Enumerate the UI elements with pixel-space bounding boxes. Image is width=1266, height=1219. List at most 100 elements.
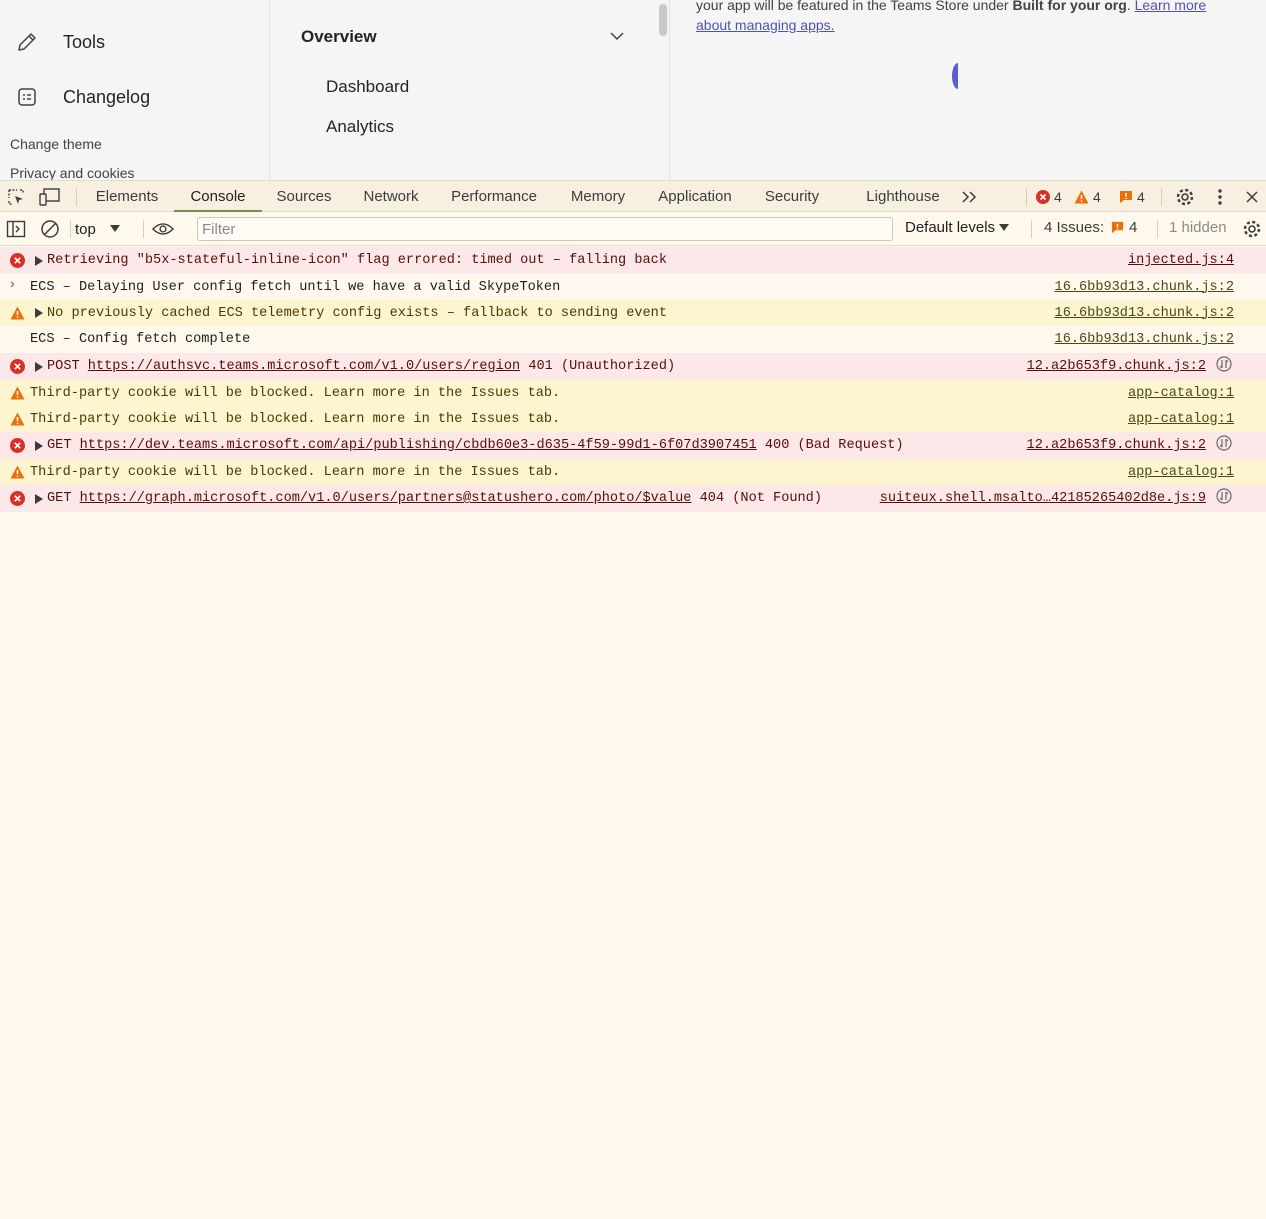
- chevron-down-icon[interactable]: [609, 28, 625, 49]
- source-link[interactable]: 12.a2b653f9.chunk.js:2: [1027, 438, 1206, 453]
- request-url-link[interactable]: https://dev.teams.microsoft.com/api/publ…: [80, 438, 757, 453]
- menu-item-dashboard[interactable]: Dashboard: [326, 77, 409, 97]
- console-message-warning: Third-party cookie will be blocked. Lear…: [0, 380, 1266, 406]
- issues-button[interactable]: 4 Issues: 4: [1044, 219, 1137, 236]
- device-toolbar-icon[interactable]: [39, 186, 61, 208]
- console-message-text: Retrieving "b5x-stateful-inline-icon" fl…: [47, 253, 667, 268]
- source-link[interactable]: 12.a2b653f9.chunk.js:2: [1027, 359, 1206, 374]
- console-message-text: ECS – Config fetch complete: [30, 332, 251, 347]
- change-theme-link[interactable]: Change theme: [10, 136, 102, 152]
- tab-application[interactable]: Application: [642, 181, 748, 212]
- changelog-icon: [14, 84, 40, 110]
- content-text-prefix: your app will be featured in the Teams S…: [696, 0, 1013, 13]
- menu-panel: Overview Dashboard Analytics: [271, 0, 670, 180]
- tab-sources[interactable]: Sources: [262, 181, 346, 212]
- overview-heading[interactable]: Overview: [301, 27, 377, 47]
- response-status: 400 (Bad Request): [756, 438, 904, 453]
- clear-console-icon[interactable]: [39, 218, 61, 240]
- request-url-link[interactable]: https://authsvc.teams.microsoft.com/v1.0…: [88, 359, 520, 374]
- expand-triangle-icon[interactable]: [34, 361, 44, 372]
- inspect-element-icon[interactable]: [5, 186, 27, 208]
- live-expression-eye-icon[interactable]: [152, 218, 174, 240]
- warning-count[interactable]: 4: [1074, 187, 1101, 207]
- nav-item-label: Tools: [63, 31, 106, 52]
- menu-item-analytics[interactable]: Analytics: [326, 117, 394, 137]
- tab-elements[interactable]: Elements: [82, 181, 172, 212]
- more-tabs-icon[interactable]: [959, 186, 981, 208]
- issues-count-value: 4: [1129, 219, 1138, 236]
- warning-icon: [1074, 190, 1089, 204]
- error-icon: [10, 491, 25, 506]
- content-description: your app will be featured in the Teams S…: [696, 0, 1241, 35]
- issues-label: 4 Issues:: [1044, 219, 1105, 236]
- expand-triangle-icon[interactable]: [34, 308, 44, 318]
- console-message-warning: Third-party cookie will be blocked. Lear…: [0, 459, 1266, 485]
- issues-count-value: 4: [1137, 189, 1145, 205]
- source-link[interactable]: 16.6bb93d13.chunk.js:2: [1055, 280, 1234, 295]
- menu-scrollbar[interactable]: [659, 4, 667, 36]
- source-link[interactable]: injected.js:4: [1128, 253, 1234, 268]
- settings-gear-icon[interactable]: [1174, 186, 1196, 208]
- console-message-info: ECS – Config fetch complete 16.6bb93d13.c…: [0, 326, 1266, 353]
- console-message-error[interactable]: POST https://authsvc.teams.microsoft.com…: [0, 353, 1266, 380]
- source-link[interactable]: app-catalog:1: [1128, 386, 1234, 401]
- expand-triangle-icon[interactable]: [34, 493, 44, 504]
- source-link[interactable]: app-catalog:1: [1128, 412, 1234, 427]
- app-area: Tools Changelog Change theme Privacy and…: [0, 0, 1266, 180]
- tab-performance[interactable]: Performance: [436, 181, 552, 212]
- request-url-link[interactable]: https://graph.microsoft.com/v1.0/users/p…: [80, 491, 692, 506]
- dropdown-arrow-icon: [999, 223, 1010, 231]
- more-options-icon[interactable]: [1209, 186, 1231, 208]
- console-message-info: ECS – Delaying User config fetch until w…: [0, 274, 1266, 300]
- tab-console[interactable]: Console: [174, 181, 262, 212]
- issues-count[interactable]: 4: [1119, 187, 1145, 207]
- console-prompt[interactable]: ›: [10, 275, 15, 291]
- source-link[interactable]: 16.6bb93d13.chunk.js:2: [1055, 332, 1234, 347]
- console-messages: Retrieving "b5x-stateful-inline-icon" fl…: [0, 247, 1266, 512]
- filter-input[interactable]: [197, 217, 893, 241]
- log-levels-select[interactable]: Default levels: [905, 219, 1010, 236]
- tab-security[interactable]: Security: [750, 181, 834, 212]
- privacy-link[interactable]: Privacy and cookies: [10, 165, 135, 180]
- content-text-suffix: .: [1126, 0, 1135, 13]
- expand-triangle-icon[interactable]: [34, 440, 44, 451]
- context-select[interactable]: top: [75, 218, 120, 240]
- source-link[interactable]: app-catalog:1: [1128, 465, 1234, 480]
- log-levels-value: Default levels: [905, 219, 996, 236]
- source-link[interactable]: suiteux.shell.msalto…42185265402d8e.js:9: [880, 491, 1206, 506]
- console-message-text: Third-party cookie will be blocked. Lear…: [30, 411, 561, 427]
- close-icon[interactable]: [1241, 186, 1263, 208]
- loading-spinner: [952, 63, 964, 89]
- console-message-text: Third-party cookie will be blocked. Lear…: [30, 385, 561, 401]
- nav-item-changelog[interactable]: Changelog: [14, 81, 150, 113]
- dropdown-arrow-icon: [109, 225, 120, 232]
- error-count[interactable]: 4: [1036, 187, 1062, 207]
- warning-icon: [10, 465, 25, 480]
- hidden-messages-count: 1 hidden: [1169, 219, 1227, 236]
- sidebar-toggle-icon[interactable]: [5, 218, 27, 240]
- console-message-text: POST https://authsvc.teams.microsoft.com…: [47, 359, 675, 374]
- nav-item-tools[interactable]: Tools: [14, 26, 105, 58]
- error-icon: [10, 359, 25, 374]
- response-status: 404 (Not Found): [691, 491, 822, 506]
- console-message-error[interactable]: GET https://graph.microsoft.com/v1.0/use…: [0, 485, 1266, 512]
- console-message-text: ECS – Delaying User config fetch until w…: [30, 279, 561, 295]
- source-link[interactable]: 16.6bb93d13.chunk.js:2: [1055, 306, 1234, 321]
- console-message-warning[interactable]: No previously cached ECS telemetry confi…: [0, 300, 1266, 326]
- network-request-icon[interactable]: [1216, 435, 1232, 456]
- console-settings-gear-icon[interactable]: [1241, 218, 1263, 240]
- warning-count-value: 4: [1093, 189, 1101, 205]
- context-value: top: [75, 220, 96, 238]
- pencil-icon: [14, 29, 40, 55]
- tab-network[interactable]: Network: [348, 181, 434, 212]
- console-message-error[interactable]: Retrieving "b5x-stateful-inline-icon" fl…: [0, 247, 1266, 274]
- tab-memory[interactable]: Memory: [556, 181, 640, 212]
- expand-triangle-icon[interactable]: [34, 255, 44, 266]
- console-message-warning: Third-party cookie will be blocked. Lear…: [0, 406, 1266, 432]
- network-request-icon[interactable]: [1216, 488, 1232, 509]
- console-message-text: No previously cached ECS telemetry confi…: [47, 305, 667, 321]
- console-message-error[interactable]: GET https://dev.teams.microsoft.com/api/…: [0, 432, 1266, 459]
- network-request-icon[interactable]: [1216, 356, 1232, 377]
- response-status: 401 (Unauthorized): [520, 359, 676, 374]
- tab-lighthouse[interactable]: Lighthouse: [856, 181, 950, 212]
